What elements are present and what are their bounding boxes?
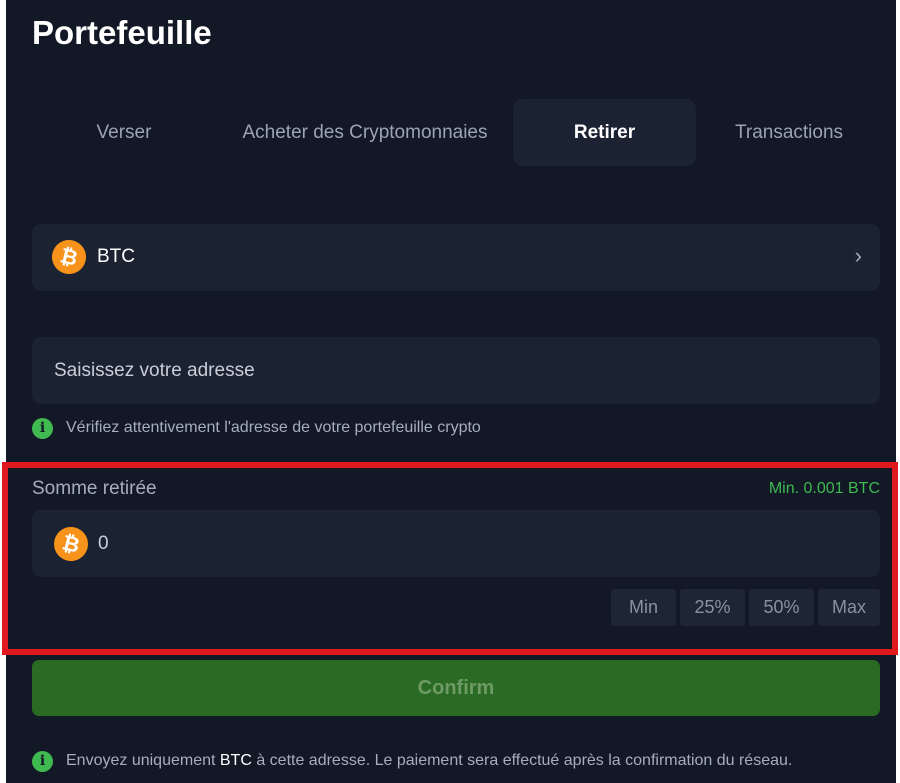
confirm-button[interactable]: Confirm [32,660,880,716]
wallet-tabs: Verser Acheter des Cryptomonnaies Retire… [6,99,896,166]
note-coin: BTC [219,752,252,769]
bitcoin-icon: ₿ [48,236,90,278]
info-icon: i [32,418,53,439]
coin-select-dropdown[interactable]: ₿ BTC › [32,224,880,291]
page-title: Portefeuille [32,14,212,51]
tab-deposit[interactable]: Verser [46,99,202,166]
chevron-right-icon: › [854,243,862,268]
address-input[interactable] [32,337,880,404]
info-icon: i [32,751,53,772]
address-warning-text: Vérifiez attentivement l'adresse de votr… [66,419,481,436]
tab-transactions[interactable]: Transactions [706,99,872,166]
highlight-box [2,462,898,655]
tab-withdraw[interactable]: Retirer [513,99,696,166]
note-text-before: Envoyez uniquement [66,752,220,769]
tab-buy-crypto[interactable]: Acheter des Cryptomonnaies [220,99,510,166]
wallet-panel: Portefeuille Verser Acheter des Cryptomo… [6,0,896,783]
selected-coin-label: BTC [97,246,135,267]
network-confirmation-note: Envoyez uniquement BTC à cette adresse. … [66,752,792,770]
note-text-after: à cette adresse. Le paiement sera effect… [251,752,793,769]
